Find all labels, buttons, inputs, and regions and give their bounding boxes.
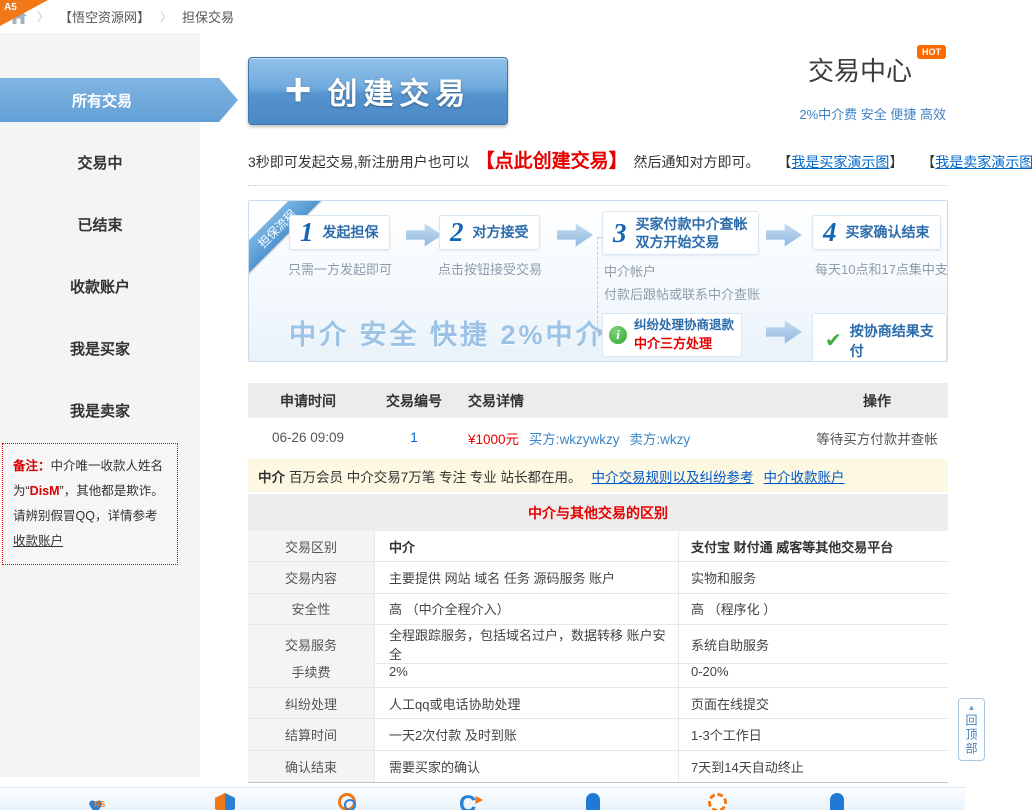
sidebar: 所有交易 交易中 已结束 收款账户 我是买家 我是卖家 备注：中介唯一收款人姓名… xyxy=(0,33,200,777)
table-row: 安全性 高 （中介全程介入） 高 （程序化 ） xyxy=(248,594,948,625)
sidebar-item-i-am-buyer[interactable]: 我是买家 xyxy=(0,317,200,379)
step-2-box: 2 对方接受 xyxy=(439,215,540,250)
table-row: 手续费 2% 0-20% xyxy=(248,657,948,688)
c-logo-icon[interactable]: C xyxy=(459,793,476,810)
plus-icon: + xyxy=(285,66,312,112)
trade-seller: 卖方:wkzy xyxy=(629,432,690,447)
escrow-process-panel: 担保流程 1 发起担保 只需一方发起即可 2 对方接受 点击按钮接受交易 3 买… xyxy=(248,200,948,362)
table-row: 纠纷处理 人工qq或电话协助处理 页面在线提交 xyxy=(248,688,948,719)
step-1-number: 1 xyxy=(300,219,314,246)
sidebar-item-payment-account[interactable]: 收款账户 xyxy=(0,255,200,317)
comparison-section-title: 中介与其他交易的区别 xyxy=(248,494,948,531)
breadcrumb-separator: 〉 xyxy=(37,8,49,25)
create-trade-button[interactable]: + 创建交易 xyxy=(248,57,508,125)
page-subtitle: 2%中介费 安全 便捷 高效 xyxy=(799,104,946,123)
breadcrumb: 〉 【悟空资源网】 〉 担保交易 xyxy=(0,0,1032,33)
step-4-number: 4 xyxy=(823,219,837,246)
arrow-right-icon xyxy=(557,222,593,248)
heart-logo-icon[interactable]: ♥RS xyxy=(88,793,103,810)
main-content: + 创建交易 交易中心HOT 2%中介费 安全 便捷 高效 3秒即可发起交易,新… xyxy=(200,33,1032,777)
step-4-caption: 每天10点和17点集中支付 xyxy=(815,259,948,282)
table-row: 交易内容 主要提供 网站 域名 任务 源码服务 账户 实物和服务 xyxy=(248,562,948,593)
transactions-table: 申请时间 交易编号 交易详情 操作 06-26 09:09 1 ¥1000元 买… xyxy=(248,383,948,457)
comparison-table: 交易区别 中介 支付宝 财付通 威客等其他交易平台 交易内容 主要提供 网站 域… xyxy=(248,531,948,783)
col-trade-detail: 交易详情 xyxy=(460,391,806,411)
page-title: 交易中心 xyxy=(808,51,912,88)
intro-line: 3秒即可发起交易,新注册用户也可以 【点此创建交易】 然后通知对方即可。 【我是… xyxy=(248,149,988,175)
sidebar-item-finished[interactable]: 已结束 xyxy=(0,193,200,255)
pill-logo-icon[interactable] xyxy=(830,793,844,810)
transactions-table-header: 申请时间 交易编号 交易详情 操作 xyxy=(248,383,948,418)
col-apply-time: 申请时间 xyxy=(248,391,368,411)
buyer-demo-link[interactable]: 【我是买家演示图】 xyxy=(777,154,903,170)
sidebar-item-trading[interactable]: 交易中 xyxy=(0,131,200,193)
step-1-caption: 只需一方发起即可 xyxy=(275,259,405,282)
note-label: 备注： xyxy=(13,459,51,473)
step-3-number: 3 xyxy=(613,220,627,247)
table-row: 交易服务 全程跟踪服务，包括域名过户，数据转移 账户安全 系统自助服务 xyxy=(248,625,948,656)
slogan-text: 中介 安全 快捷 2%中介费 xyxy=(289,313,599,352)
arrow-right-icon xyxy=(766,222,802,248)
col-trade-id: 交易编号 xyxy=(368,391,460,411)
step-2-number: 2 xyxy=(450,219,464,246)
step-2-caption: 点击按钮接受交易 xyxy=(425,259,555,282)
create-trade-label: 创建交易 xyxy=(327,69,471,113)
check-icon: ✔ xyxy=(825,331,842,351)
notice-bold: 中介 xyxy=(258,466,285,486)
table-row: 06-26 09:09 1 ¥1000元 买方:wkzywkzy 卖方:wkzy… xyxy=(248,418,948,457)
ring-logo-icon[interactable] xyxy=(338,793,356,810)
col-action: 操作 xyxy=(806,391,948,411)
trade-status: 等待买方付款并查帐 xyxy=(806,428,948,448)
arrow-right-icon xyxy=(406,222,442,248)
table-row: 交易区别 中介 支付宝 财付通 威客等其他交易平台 xyxy=(248,531,948,562)
arrow-right-icon xyxy=(766,319,802,345)
sidebar-menu: 所有交易 交易中 已结束 收款账户 我是买家 我是卖家 xyxy=(0,33,200,441)
breadcrumb-current-page: 担保交易 xyxy=(182,7,234,26)
trade-detail: ¥1000元 买方:wkzywkzy 卖方:wkzy xyxy=(460,428,806,448)
step-1-box: 1 发起担保 xyxy=(289,215,390,250)
partner-footer-bar: ♥RS C xyxy=(0,787,965,810)
gear-logo-icon[interactable] xyxy=(708,793,727,810)
promo-notice-bar: 中介 百万会员 中介交易7万笔 专注 专业 站长都在用。 中介交易规则以及纠纷参… xyxy=(248,459,948,492)
trade-id-link[interactable]: 1 xyxy=(368,430,460,445)
create-trade-cta-link[interactable]: 【点此创建交易】 xyxy=(476,151,628,172)
table-row: 结算时间 一天2次付款 及时到账 1-3个工作日 xyxy=(248,719,948,750)
scam-warning-note: 备注：中介唯一收款人姓名为“DisM”，其他都是欺诈。请辨别假冒QQ，详情参考收… xyxy=(2,443,178,565)
trade-time: 06-26 09:09 xyxy=(248,430,368,445)
back-to-top-button[interactable]: ▲ 回顶部 xyxy=(958,698,985,761)
dispute-handling-box: i 纠纷处理协商退款 中介三方处理 xyxy=(602,313,742,357)
step-4-box: 4 买家确认结束 xyxy=(812,215,941,250)
divider xyxy=(248,185,948,186)
info-icon: i xyxy=(609,326,627,344)
trade-price: ¥1000元 xyxy=(468,432,519,447)
trade-rules-link[interactable]: 中介交易规则以及纠纷参考 xyxy=(592,466,754,486)
step-3-box: 3 买家付款中介查帐 双方开始交易 xyxy=(602,211,759,255)
trade-buyer: 买方:wkzywkzy xyxy=(529,432,620,447)
seller-demo-link[interactable]: 【我是卖家演示图】 xyxy=(921,154,1032,170)
step-3-caption: 中介帐户 付款后跟帖或联系中介查账 xyxy=(604,261,804,307)
sidebar-item-all-trades[interactable]: 所有交易 xyxy=(0,78,238,122)
hot-badge: HOT xyxy=(917,45,946,59)
shield-logo-icon[interactable] xyxy=(215,793,235,810)
sidebar-item-i-am-seller[interactable]: 我是卖家 xyxy=(0,379,200,441)
pill-logo-icon[interactable] xyxy=(586,793,600,810)
breadcrumb-separator: 〉 xyxy=(160,8,172,25)
payee-name: DisM xyxy=(30,484,60,498)
escrow-account-link[interactable]: 中介收款账户 xyxy=(764,466,845,486)
breadcrumb-site-link[interactable]: 【悟空资源网】 xyxy=(59,7,150,26)
payment-account-link[interactable]: 收款账户 xyxy=(13,534,63,548)
table-row: 确认结束 需要买家的确认 7天到14天自动终止 xyxy=(248,751,948,782)
trade-center-header: 交易中心HOT 2%中介费 安全 便捷 高效 xyxy=(799,51,946,123)
settlement-result-box: ✔ 按协商结果支付 xyxy=(812,313,947,362)
up-triangle-icon: ▲ xyxy=(968,704,976,712)
